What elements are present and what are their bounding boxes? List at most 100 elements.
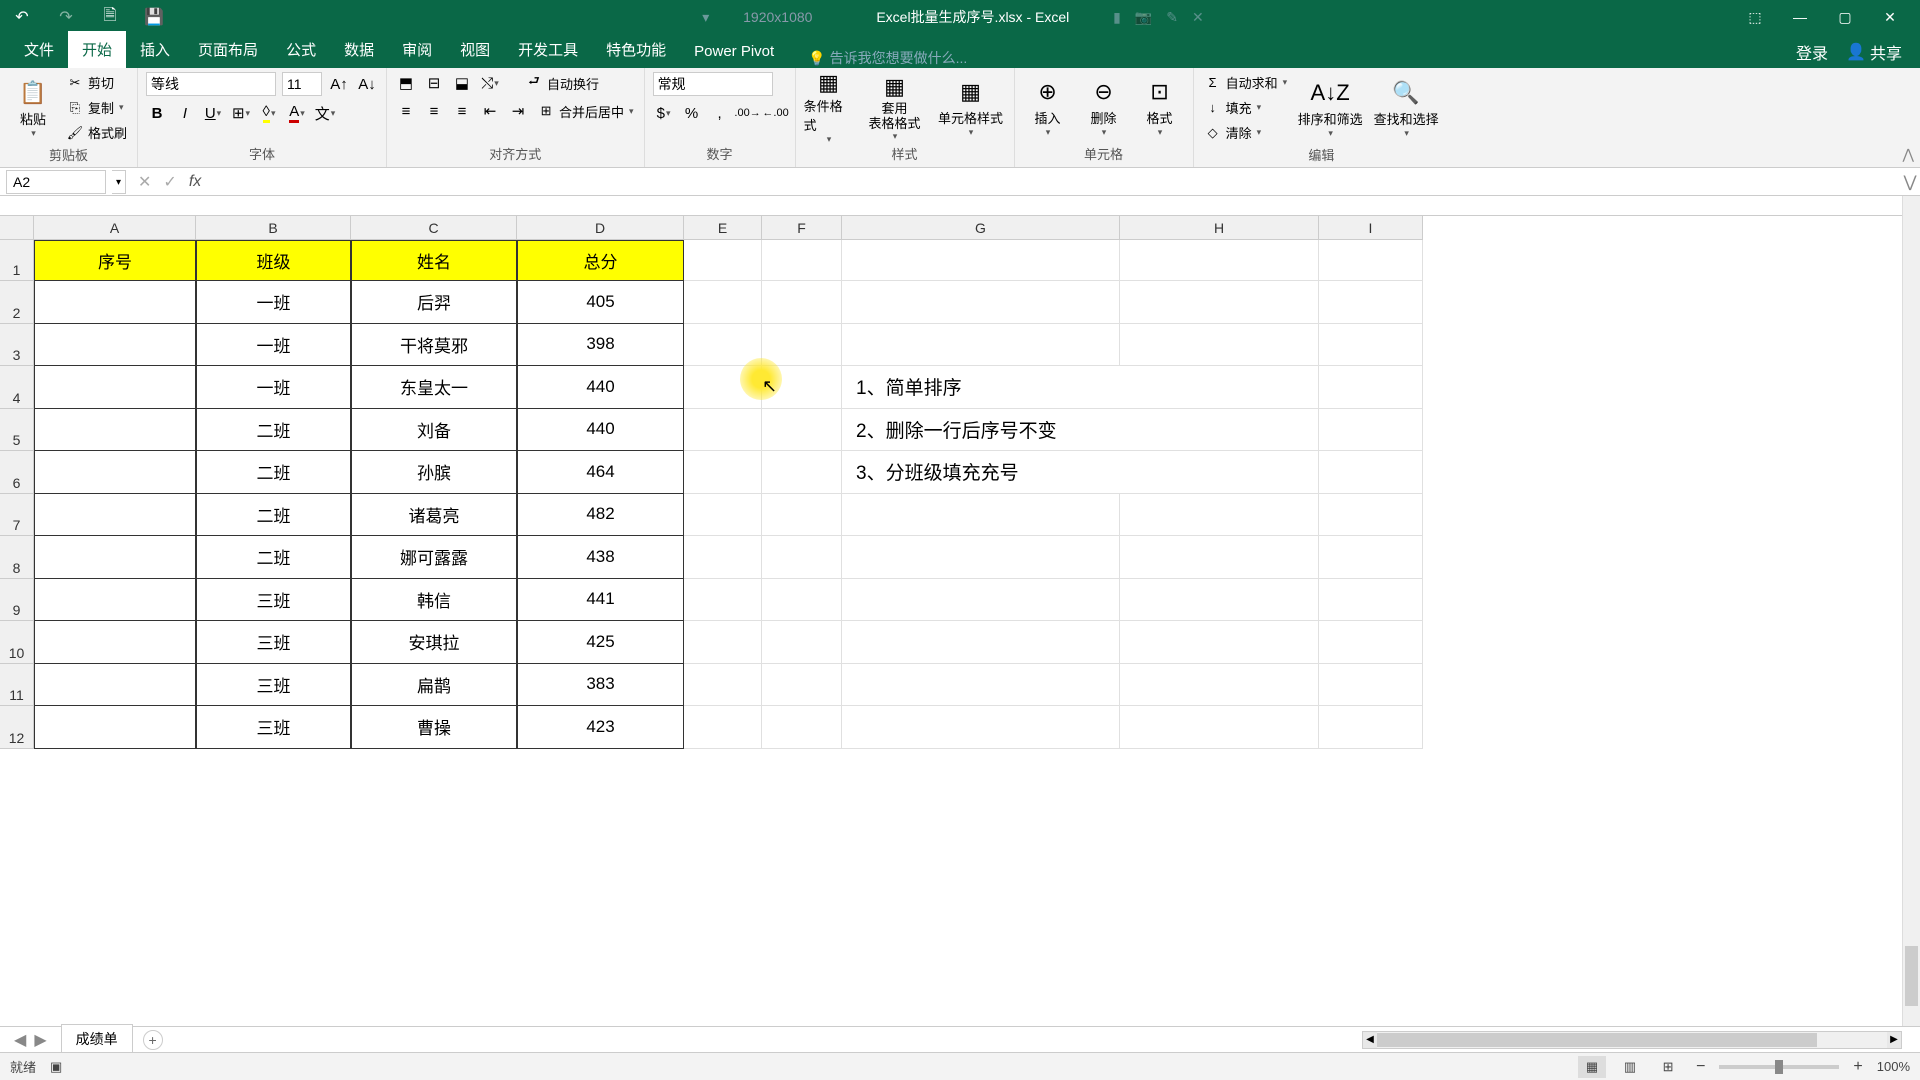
tab-special[interactable]: 特色功能 (592, 31, 680, 68)
comma-icon[interactable]: , (709, 102, 731, 124)
cut-button[interactable]: ✂剪切 (64, 72, 129, 93)
collapse-ribbon-icon[interactable]: ⋀ (1903, 146, 1914, 163)
tell-me-search[interactable]: 💡 告诉我您想要做什么... (788, 48, 967, 68)
zoom-level[interactable]: 100% (1877, 1059, 1910, 1074)
row-header-1[interactable]: 1 (0, 240, 34, 281)
cell[interactable]: 3、分班级填充充号 (842, 451, 1120, 494)
insert-cell-button[interactable]: ⊕插入▾ (1023, 72, 1073, 142)
row-header-7[interactable]: 7 (0, 494, 34, 537)
decrease-decimal-icon[interactable]: ←.00 (765, 102, 787, 124)
cell[interactable] (1120, 324, 1319, 367)
cell[interactable]: 2、删除一行后序号不变 (842, 409, 1120, 452)
cell[interactable] (1120, 664, 1319, 707)
column-header-G[interactable]: G (842, 216, 1120, 240)
column-header-C[interactable]: C (351, 216, 517, 240)
wrap-text-button[interactable]: ⮐自动换行 (523, 73, 601, 94)
name-box[interactable]: A2 (6, 170, 106, 194)
table-format-button[interactable]: ▦套用 表格格式▾ (860, 72, 930, 142)
increase-font-icon[interactable]: A↑ (328, 73, 350, 95)
cell[interactable] (1120, 451, 1319, 494)
cell[interactable] (1120, 706, 1319, 749)
tab-file[interactable]: 文件 (10, 31, 68, 68)
cell[interactable] (684, 281, 762, 324)
cell[interactable] (1120, 536, 1319, 579)
cell[interactable] (34, 664, 196, 707)
column-header-I[interactable]: I (1319, 216, 1423, 240)
cell[interactable] (1319, 281, 1423, 324)
cell[interactable] (1120, 494, 1319, 537)
cell[interactable] (762, 366, 842, 409)
font-color-icon[interactable]: A▾ (286, 102, 308, 124)
cell[interactable] (34, 324, 196, 367)
zoom-thumb[interactable] (1775, 1060, 1783, 1074)
cell[interactable] (1319, 664, 1423, 707)
cell[interactable]: 孙膑 (351, 451, 517, 494)
cell[interactable] (684, 706, 762, 749)
cell[interactable]: 诸葛亮 (351, 494, 517, 537)
cell[interactable]: 韩信 (351, 579, 517, 622)
cell[interactable]: 二班 (196, 451, 351, 494)
cell[interactable] (1120, 579, 1319, 622)
cell[interactable] (762, 706, 842, 749)
hscroll-right-icon[interactable]: ▶ (1887, 1032, 1901, 1048)
cell[interactable]: 438 (517, 536, 684, 579)
italic-icon[interactable]: I (174, 102, 196, 124)
share-button[interactable]: 👤 共享 (1838, 36, 1910, 68)
expand-formula-icon[interactable]: ⋁ (1900, 172, 1920, 192)
vscroll-thumb[interactable] (1905, 946, 1918, 1006)
cell[interactable] (1319, 240, 1423, 281)
cell[interactable] (684, 366, 762, 409)
cell[interactable] (762, 494, 842, 537)
cell[interactable] (762, 409, 842, 452)
tab-pagelayout[interactable]: 页面布局 (184, 31, 272, 68)
cell[interactable]: 序号 (34, 240, 196, 281)
column-header-D[interactable]: D (517, 216, 684, 240)
cell[interactable]: 三班 (196, 621, 351, 664)
align-right-icon[interactable]: ≡ (451, 100, 473, 122)
cell[interactable]: 三班 (196, 706, 351, 749)
cell[interactable]: 398 (517, 324, 684, 367)
cell[interactable] (684, 409, 762, 452)
cell[interactable] (842, 240, 1120, 281)
percent-icon[interactable]: % (681, 102, 703, 124)
cell[interactable] (684, 240, 762, 281)
cell[interactable] (842, 536, 1120, 579)
doc-icon[interactable]: 🗎 (98, 5, 122, 29)
cell[interactable]: 二班 (196, 536, 351, 579)
vertical-scrollbar[interactable] (1902, 196, 1920, 1026)
minimize-icon[interactable]: — (1785, 2, 1815, 32)
copy-button[interactable]: ⎘复制▾ (64, 97, 129, 118)
cell[interactable] (1319, 706, 1423, 749)
conditional-format-button[interactable]: ▦条件格式▾ (804, 72, 854, 142)
cell[interactable]: 干将莫邪 (351, 324, 517, 367)
cell[interactable] (34, 494, 196, 537)
login-button[interactable]: 登录 (1796, 40, 1828, 64)
page-layout-view-icon[interactable]: ▥ (1616, 1056, 1644, 1078)
sort-filter-button[interactable]: A↓Z排序和筛选▾ (1295, 73, 1365, 143)
zoom-slider[interactable] (1719, 1065, 1839, 1069)
column-header-B[interactable]: B (196, 216, 351, 240)
fill-button[interactable]: ↓填充▾ (1202, 97, 1290, 118)
cell[interactable] (842, 621, 1120, 664)
number-format-select[interactable] (653, 72, 773, 96)
cell[interactable]: 425 (517, 621, 684, 664)
cell[interactable]: 482 (517, 494, 684, 537)
cell[interactable] (684, 451, 762, 494)
cell[interactable]: 三班 (196, 579, 351, 622)
zoom-in-button[interactable]: + (1849, 1058, 1866, 1076)
row-header-12[interactable]: 12 (0, 706, 34, 749)
cell[interactable] (842, 706, 1120, 749)
cell[interactable] (684, 536, 762, 579)
merge-center-button[interactable]: ⊞合并后居中▾ (535, 101, 636, 122)
undo-icon[interactable]: ↶ (10, 5, 34, 29)
font-size-select[interactable] (282, 72, 322, 96)
cell[interactable]: 一班 (196, 324, 351, 367)
row-header-10[interactable]: 10 (0, 621, 34, 664)
horizontal-scrollbar[interactable]: ◀ ▶ (1362, 1031, 1902, 1049)
column-header-A[interactable]: A (34, 216, 196, 240)
cell[interactable] (34, 621, 196, 664)
cell[interactable] (1319, 536, 1423, 579)
cell[interactable]: 423 (517, 706, 684, 749)
format-cell-button[interactable]: ⊡格式▾ (1135, 72, 1185, 142)
underline-icon[interactable]: U▾ (202, 102, 224, 124)
